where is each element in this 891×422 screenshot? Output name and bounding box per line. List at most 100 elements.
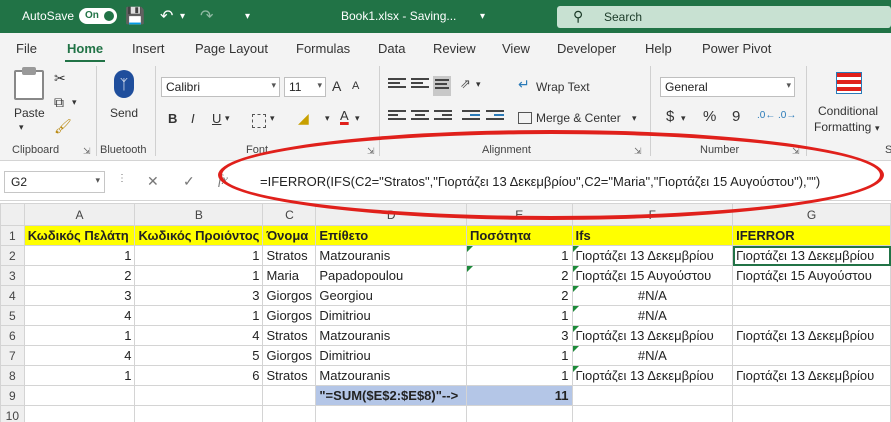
data-cell[interactable] bbox=[262, 385, 317, 406]
cancel-icon[interactable]: ✕ bbox=[147, 173, 159, 190]
align-right-icon[interactable] bbox=[434, 110, 452, 124]
sum-label-cell[interactable]: "=SUM($E$2:$E$8)"--> bbox=[315, 385, 467, 406]
row-header[interactable]: 3 bbox=[0, 265, 25, 286]
column-header-b[interactable]: B bbox=[134, 203, 264, 226]
merge-center-button[interactable]: Merge & Center bbox=[536, 111, 621, 125]
column-header-e[interactable]: E bbox=[465, 203, 573, 226]
name-box[interactable]: G2 ▾ bbox=[4, 171, 105, 193]
more-options-icon[interactable]: ⋮ bbox=[117, 173, 127, 184]
header-cell[interactable]: Ποσότητα bbox=[465, 225, 573, 246]
font-name-select[interactable]: Calibri ▾ bbox=[161, 77, 280, 97]
autosave-toggle[interactable]: On bbox=[79, 8, 117, 24]
underline-button[interactable]: U bbox=[212, 111, 221, 126]
data-cell[interactable]: 5 bbox=[134, 345, 264, 366]
data-cell[interactable]: 4 bbox=[23, 305, 136, 326]
data-cell[interactable]: 2 bbox=[23, 265, 136, 286]
data-cell[interactable] bbox=[732, 385, 891, 406]
data-cell[interactable] bbox=[134, 405, 264, 422]
save-icon[interactable]: 💾 bbox=[125, 6, 145, 26]
data-cell[interactable]: Dimitriou bbox=[315, 305, 467, 326]
data-cell[interactable]: Stratos bbox=[262, 245, 317, 266]
data-cell[interactable]: Stratos bbox=[262, 365, 317, 386]
number-format-select[interactable]: General ▾ bbox=[660, 77, 795, 97]
header-cell[interactable]: Ifs bbox=[571, 225, 734, 246]
conditional-formatting-button[interactable]: Conditional bbox=[818, 104, 878, 118]
tab-data[interactable]: Data bbox=[378, 41, 405, 56]
column-header-g[interactable]: G bbox=[732, 203, 891, 226]
paste-button[interactable]: Paste bbox=[14, 106, 45, 120]
tab-formulas[interactable]: Formulas bbox=[296, 41, 350, 56]
data-cell[interactable]: #N/A bbox=[571, 285, 734, 306]
row-header[interactable]: 10 bbox=[0, 405, 25, 422]
currency-dropdown-icon[interactable]: ▾ bbox=[681, 113, 686, 124]
row-header[interactable]: 5 bbox=[0, 305, 25, 326]
data-cell[interactable]: 1 bbox=[465, 345, 573, 366]
data-cell[interactable]: Georgiou bbox=[315, 285, 467, 306]
decrease-decimal-icon[interactable]: .0→ bbox=[778, 110, 796, 121]
column-header-f[interactable]: F bbox=[571, 203, 734, 226]
data-cell[interactable]: 1 bbox=[465, 305, 573, 326]
data-cell[interactable]: Γιορτάζει 13 Δεκεμβρίου bbox=[732, 325, 891, 346]
row-header[interactable]: 2 bbox=[0, 245, 25, 266]
font-color-dropdown-icon[interactable]: ▾ bbox=[355, 113, 360, 124]
merge-center-icon[interactable] bbox=[518, 112, 532, 124]
copy-icon[interactable]: ⧉ bbox=[54, 94, 64, 111]
data-cell[interactable]: 3 bbox=[23, 285, 136, 306]
paste-dropdown-icon[interactable]: ▾ bbox=[19, 122, 24, 133]
data-cell[interactable]: Dimitriou bbox=[315, 345, 467, 366]
wrap-text-icon[interactable]: ↵ bbox=[518, 76, 530, 93]
fill-color-dropdown-icon[interactable]: ▾ bbox=[325, 113, 330, 124]
middle-align-icon[interactable] bbox=[411, 78, 429, 92]
data-cell[interactable]: 1 bbox=[465, 245, 573, 266]
orientation-dropdown-icon[interactable]: ▾ bbox=[476, 79, 481, 90]
decrease-indent-icon[interactable] bbox=[462, 110, 480, 124]
data-cell[interactable] bbox=[571, 405, 734, 422]
data-cell[interactable] bbox=[315, 405, 467, 422]
conditional-formatting-icon[interactable] bbox=[836, 72, 862, 94]
row-header[interactable]: 8 bbox=[0, 365, 25, 386]
tab-help[interactable]: Help bbox=[645, 41, 672, 56]
italic-button[interactable]: I bbox=[191, 111, 195, 126]
header-cell[interactable]: Όνομα bbox=[262, 225, 317, 246]
data-cell[interactable]: Papadopoulou bbox=[315, 265, 467, 286]
clipboard-launcher-icon[interactable]: ⇲ bbox=[83, 146, 91, 157]
tab-insert[interactable]: Insert bbox=[132, 41, 165, 56]
comma-button[interactable]: 9 bbox=[732, 108, 740, 125]
header-cell[interactable]: IFERROR bbox=[732, 225, 891, 246]
data-cell[interactable]: Γιορτάζει 13 Δεκεμβρίου bbox=[571, 365, 734, 386]
align-center-icon[interactable] bbox=[411, 110, 429, 124]
grow-font-button[interactable]: A bbox=[332, 78, 341, 94]
data-cell[interactable]: Γιορτάζει 15 Αυγούστου bbox=[571, 265, 734, 286]
format-painter-icon[interactable]: 🖌 bbox=[54, 118, 72, 135]
customize-toolbar-icon[interactable]: ▾ bbox=[245, 11, 250, 22]
merge-dropdown-icon[interactable]: ▾ bbox=[632, 113, 637, 124]
enter-icon[interactable]: ✓ bbox=[183, 173, 195, 190]
data-cell[interactable] bbox=[732, 305, 891, 326]
redo-icon[interactable]: ↷ bbox=[200, 6, 213, 26]
row-header[interactable]: 7 bbox=[0, 345, 25, 366]
data-cell[interactable]: Γιορτάζει 15 Αυγούστου bbox=[732, 265, 891, 286]
row-header[interactable]: 9 bbox=[0, 385, 25, 406]
tab-developer[interactable]: Developer bbox=[557, 41, 616, 56]
data-cell[interactable]: 1 bbox=[23, 325, 136, 346]
data-cell[interactable] bbox=[732, 405, 891, 422]
bottom-align-icon[interactable] bbox=[433, 76, 451, 96]
data-cell[interactable] bbox=[465, 405, 573, 422]
shrink-font-button[interactable]: A bbox=[352, 80, 359, 92]
tab-home[interactable]: Home bbox=[64, 41, 106, 63]
data-cell[interactable]: 2 bbox=[465, 265, 573, 286]
column-header-d[interactable]: D bbox=[315, 203, 467, 226]
percent-button[interactable]: % bbox=[703, 108, 716, 125]
title-dropdown-icon[interactable]: ▾ bbox=[480, 11, 485, 22]
data-cell[interactable] bbox=[732, 345, 891, 366]
data-cell[interactable]: 1 bbox=[23, 245, 136, 266]
data-cell[interactable]: Γιορτάζει 13 Δεκεμβρίου bbox=[571, 325, 734, 346]
data-cell[interactable] bbox=[262, 405, 317, 422]
conditional-formatting-button-line2[interactable]: Formatting bbox=[814, 120, 871, 134]
data-cell[interactable]: Γιορτάζει 13 Δεκεμβρίου bbox=[732, 245, 891, 266]
insert-function-icon[interactable]: fx bbox=[218, 173, 228, 189]
data-cell[interactable]: #N/A bbox=[571, 345, 734, 366]
row-header[interactable]: 1 bbox=[0, 225, 25, 246]
tab-power-pivot[interactable]: Power Pivot bbox=[702, 41, 771, 56]
column-header-c[interactable]: C bbox=[262, 203, 317, 226]
